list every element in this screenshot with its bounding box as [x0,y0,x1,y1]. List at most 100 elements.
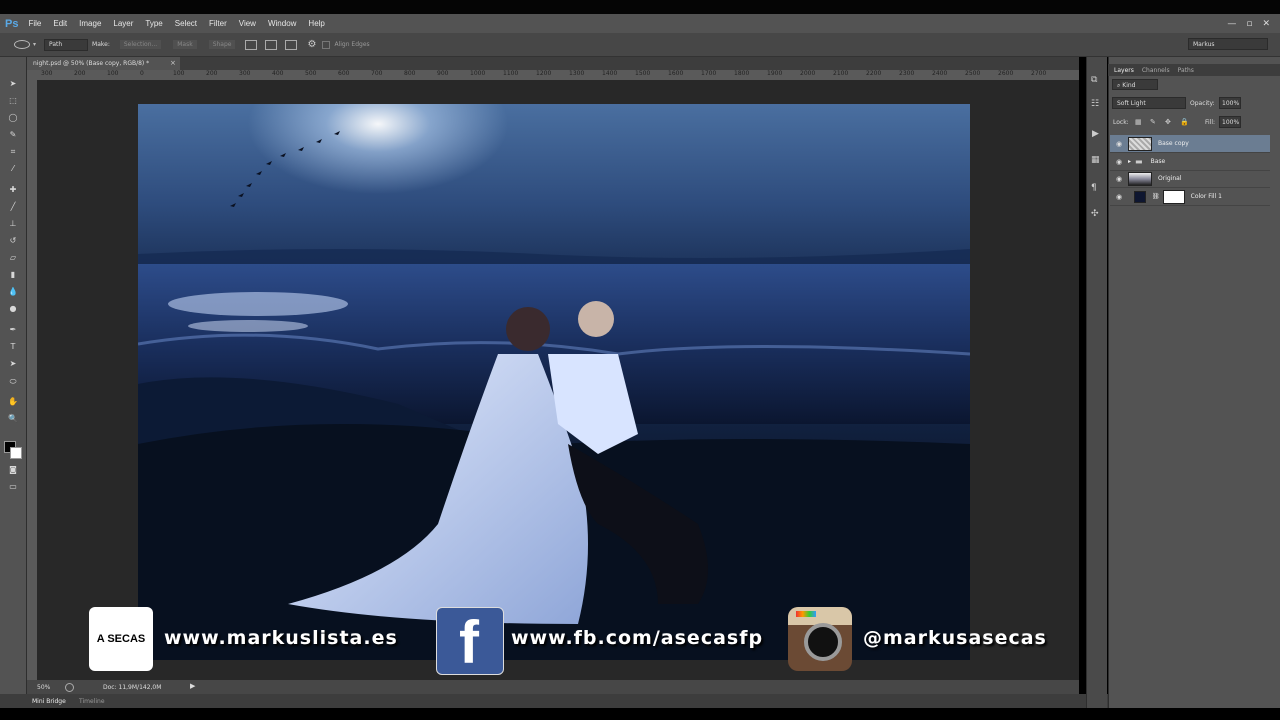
document-image[interactable] [138,104,970,660]
ruler-label: 1100 [503,70,519,77]
quick-selection-tool-icon[interactable]: ✎ [7,130,19,140]
type-tool-icon[interactable]: T [7,342,19,352]
visibility-eye-icon[interactable]: ◉ [1116,140,1124,148]
zoom-tool-icon[interactable]: 🔍 [7,414,19,424]
make-shape-button[interactable]: Shape [208,40,236,49]
layer-thumbnail [1128,136,1152,151]
chevron-down-icon[interactable]: ▾ [33,41,36,48]
clone-stamp-tool-icon[interactable]: ⊥ [7,219,19,229]
close-button[interactable]: ✕ [1262,19,1270,29]
menu-layer[interactable]: Layer [113,19,133,28]
layer-name: Color Fill 1 [1190,193,1222,200]
history-icon[interactable]: ⧉ [1091,75,1097,85]
healing-brush-tool-icon[interactable]: ✚ [7,185,19,195]
tab-paths[interactable]: Paths [1178,67,1194,74]
fill-color-swatch[interactable] [1134,190,1146,203]
ruler-label: 2600 [998,70,1014,77]
workspace-select[interactable]: Markus [1188,38,1268,50]
layer-filter-select[interactable]: ⌕ Kind [1112,79,1158,90]
paragraph-icon[interactable]: ¶ [1091,183,1097,193]
dodge-tool-icon[interactable]: ● [7,304,19,314]
visibility-eye-icon[interactable]: ◉ [1116,193,1124,201]
menu-type[interactable]: Type [145,19,162,28]
eyedropper-tool-icon[interactable]: ⁄ [7,164,19,174]
pen-tool-icon[interactable]: ✒ [7,325,19,335]
menu-filter[interactable]: Filter [209,19,227,28]
tool-mode-select[interactable]: Path [44,38,89,51]
minimize-button[interactable]: — [1227,19,1236,29]
promo-website: A SECAS www.markuslista.es [89,605,397,673]
make-selection-button[interactable]: Selection... [119,40,162,49]
status-menu-arrow-icon[interactable]: ▶ [190,682,195,690]
group-expand-icon[interactable]: ▸ [1128,158,1131,165]
menu-edit[interactable]: Edit [53,19,67,28]
opacity-field[interactable]: 100% [1219,97,1241,109]
lock-pixels-icon[interactable]: ✎ [1150,118,1156,126]
tab-channels[interactable]: Channels [1142,67,1170,74]
facebook-f-letter: f [459,609,479,675]
layer-row-original[interactable]: ◉ Original [1110,170,1270,188]
crop-tool-icon[interactable]: ⌗ [7,147,19,157]
ruler-label: 1500 [635,70,651,77]
background-color-swatch[interactable] [10,447,22,459]
menu-image[interactable]: Image [79,19,101,28]
layer-row-base[interactable]: ◉ ▸ ▬ Base [1110,153,1270,171]
quick-mask-icon[interactable]: ◙ [7,465,19,475]
path-alignment-icon[interactable] [265,39,278,50]
lock-position-icon[interactable]: ✥ [1165,118,1171,126]
hand-tool-icon[interactable]: ✋ [7,397,19,407]
zoom-level[interactable]: 50% [37,684,50,691]
fill-field[interactable]: 100% [1219,116,1241,128]
lock-transparency-icon[interactable]: ▦ [1135,118,1142,126]
ruler-label: 1000 [470,70,486,77]
tab-mini-bridge[interactable]: Mini Bridge [32,698,66,705]
ruler-label: 200 [206,70,218,77]
info-icon[interactable]: ▦ [1091,155,1100,165]
path-arrangement-icon[interactable] [285,39,298,50]
align-edges-checkbox[interactable] [322,40,331,49]
lasso-tool-icon[interactable]: ◯ [7,113,19,123]
actions-play-icon[interactable]: ▶ [1092,129,1099,139]
restore-button[interactable]: ▫ [1246,19,1252,29]
properties-icon[interactable]: ☷ [1091,99,1099,109]
share-icon[interactable] [65,683,74,692]
brush-tool-icon[interactable]: ╱ [7,202,19,212]
ruler-label: 2200 [866,70,882,77]
move-tool-icon[interactable]: ➤ [7,79,19,89]
close-tab-icon[interactable]: × [170,59,176,67]
ruler-label: 1300 [569,70,585,77]
ruler-label: 0 [140,70,144,77]
ellipse-tool-icon[interactable] [14,40,30,49]
blend-mode-select[interactable]: Soft Light [1112,97,1186,109]
make-mask-button[interactable]: Mask [173,40,197,49]
menu-file[interactable]: File [28,19,41,28]
lock-all-icon[interactable]: 🔒 [1180,118,1189,126]
blur-tool-icon[interactable]: 💧 [7,287,19,297]
layer-mask-thumbnail[interactable] [1162,189,1185,204]
menu-view[interactable]: View [239,19,256,28]
menu-window[interactable]: Window [268,19,296,28]
layer-thumbnail [1128,171,1152,186]
tab-layers[interactable]: Layers [1114,67,1134,74]
gradient-tool-icon[interactable]: ▮ [7,270,19,280]
ruler-label: 1200 [536,70,552,77]
ellipse-shape-tool-icon[interactable]: ⬭ [7,377,19,387]
menu-help[interactable]: Help [308,19,324,28]
tab-timeline[interactable]: Timeline [79,698,105,705]
visibility-eye-icon[interactable]: ◉ [1116,175,1124,183]
layer-row-base-copy[interactable]: ◉ Base copy [1110,135,1270,153]
gear-icon[interactable]: ⚙ [307,39,316,50]
screen-mode-icon[interactable]: ▭ [7,482,19,492]
history-brush-tool-icon[interactable]: ↺ [7,236,19,246]
tool-presets-icon[interactable]: ✣ [1091,209,1099,219]
ruler-label: 1900 [767,70,783,77]
ruler-label: 700 [371,70,383,77]
path-operations-icon[interactable] [245,39,258,50]
document-tab[interactable]: night.psd @ 50% (Base copy, RGB/8) * [27,57,180,70]
layer-row-color-fill[interactable]: ◉ ⛓ Color Fill 1 [1110,188,1270,206]
eraser-tool-icon[interactable]: ▱ [7,253,19,263]
menu-select[interactable]: Select [175,19,197,28]
path-selection-tool-icon[interactable]: ➤ [7,359,19,369]
visibility-eye-icon[interactable]: ◉ [1116,158,1124,166]
marquee-tool-icon[interactable]: ⬚ [7,96,19,106]
